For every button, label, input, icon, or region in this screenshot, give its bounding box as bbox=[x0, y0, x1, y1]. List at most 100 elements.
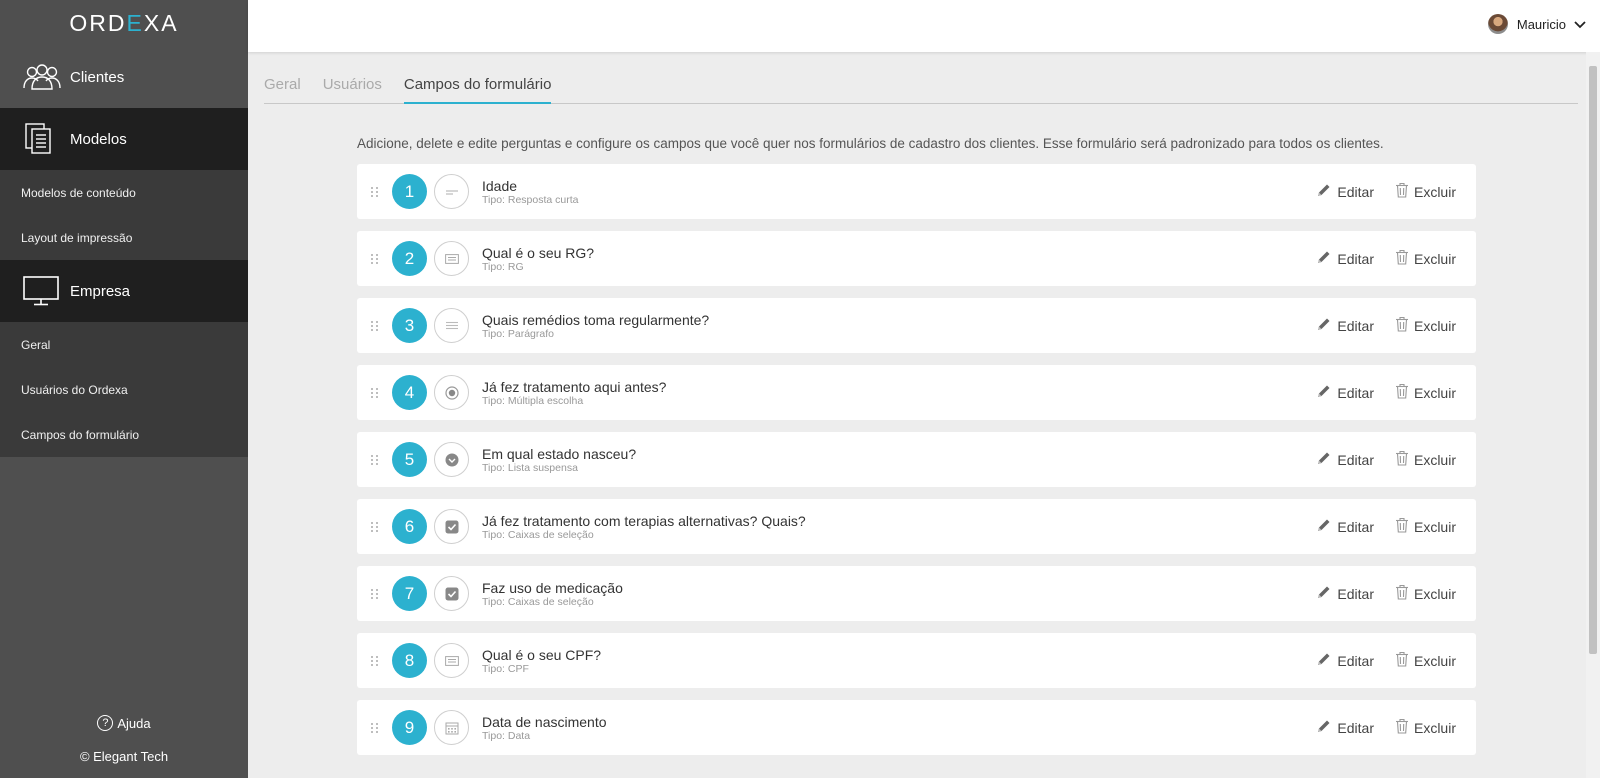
trash-icon bbox=[1395, 249, 1414, 268]
delete-button[interactable]: Excluir bbox=[1395, 718, 1456, 737]
edit-label: Editar bbox=[1337, 652, 1374, 669]
delete-button[interactable]: Excluir bbox=[1395, 182, 1456, 201]
drag-handle-icon[interactable] bbox=[371, 521, 379, 532]
delete-label: Excluir bbox=[1413, 317, 1456, 334]
logo-text-pre: ORD bbox=[69, 9, 127, 36]
drag-handle-icon[interactable] bbox=[371, 387, 379, 398]
delete-label: Excluir bbox=[1413, 518, 1456, 535]
user-menu[interactable]: Mauricio bbox=[1487, 14, 1586, 34]
edit-label: Editar bbox=[1337, 317, 1374, 334]
field-type: Tipo: Data bbox=[482, 729, 531, 742]
drag-handle-icon[interactable] bbox=[371, 320, 379, 331]
nav-modelos-conteudo[interactable]: Modelos de conteúdo bbox=[0, 170, 248, 215]
monitor-icon bbox=[22, 273, 66, 309]
field-text: Qual é o seu CPF? Tipo: CPF bbox=[482, 647, 1316, 675]
delete-button[interactable]: Excluir bbox=[1395, 651, 1456, 670]
drag-handle-icon[interactable] bbox=[371, 253, 379, 264]
checkbox-icon bbox=[434, 509, 469, 544]
drag-handle-icon[interactable] bbox=[371, 454, 379, 465]
field-number: 4 bbox=[392, 375, 427, 410]
empresa-submenu: Geral Usuários do Ordexa Campos do formu… bbox=[0, 322, 248, 457]
trash-icon bbox=[1395, 651, 1414, 670]
edit-button[interactable]: Editar bbox=[1316, 651, 1374, 670]
edit-button[interactable]: Editar bbox=[1316, 450, 1374, 469]
delete-label: Excluir bbox=[1413, 183, 1456, 200]
delete-button[interactable]: Excluir bbox=[1395, 249, 1456, 268]
delete-label: Excluir bbox=[1413, 384, 1456, 401]
delete-button[interactable]: Excluir bbox=[1395, 517, 1456, 536]
edit-button[interactable]: Editar bbox=[1316, 718, 1374, 737]
field-row[interactable]: 7 Faz uso de medicação Tipo: Caixas de s… bbox=[357, 566, 1476, 621]
field-row[interactable]: 9 Data de nascimento Tipo: Data Editar E… bbox=[357, 700, 1476, 755]
field-text: Já fez tratamento com terapias alternati… bbox=[482, 513, 1316, 541]
trash-icon bbox=[1395, 584, 1414, 603]
field-row[interactable]: 6 Já fez tratamento com terapias alterna… bbox=[357, 499, 1476, 554]
pencil-icon bbox=[1316, 316, 1337, 335]
drag-handle-icon[interactable] bbox=[371, 186, 379, 197]
scrollbar-thumb[interactable] bbox=[1589, 66, 1597, 654]
scrollbar[interactable] bbox=[1586, 52, 1600, 778]
edit-button[interactable]: Editar bbox=[1316, 517, 1374, 536]
delete-button[interactable]: Excluir bbox=[1395, 316, 1456, 335]
field-row[interactable]: 1 Idade Tipo: Resposta curta Editar Excl… bbox=[357, 164, 1476, 219]
trash-icon bbox=[1395, 517, 1414, 536]
pencil-icon bbox=[1316, 182, 1337, 201]
sidebar: ORD E XA Clientes Modelos Modelos de conte… bbox=[0, 0, 248, 778]
field-title: Data de nascimento bbox=[482, 713, 607, 730]
edit-label: Editar bbox=[1337, 384, 1374, 401]
field-text: Já fez tratamento aqui antes? Tipo: Múlt… bbox=[482, 379, 1316, 407]
edit-button[interactable]: Editar bbox=[1316, 584, 1374, 603]
edit-label: Editar bbox=[1337, 719, 1374, 736]
help-link[interactable]: ? Ajuda bbox=[0, 715, 248, 731]
help-label: Ajuda bbox=[117, 715, 151, 731]
edit-button[interactable]: Editar bbox=[1316, 182, 1374, 201]
nav-modelos[interactable]: Modelos bbox=[0, 108, 248, 170]
trash-icon bbox=[1395, 182, 1414, 201]
nav-usuarios-ordexa[interactable]: Usuários do Ordexa bbox=[0, 367, 248, 412]
delete-button[interactable]: Excluir bbox=[1395, 584, 1456, 603]
field-row[interactable]: 2 Qual é o seu RG? Tipo: RG Editar Exclu… bbox=[357, 231, 1476, 286]
field-type: Tipo: Parágrafo bbox=[482, 327, 554, 340]
tab-usuarios[interactable]: Usuários bbox=[323, 74, 382, 104]
delete-button[interactable]: Excluir bbox=[1395, 383, 1456, 402]
sidebar-footer: ? Ajuda © Elegant Tech bbox=[0, 715, 248, 778]
field-row[interactable]: 5 Em qual estado nasceu? Tipo: Lista sus… bbox=[357, 432, 1476, 487]
edit-label: Editar bbox=[1337, 451, 1374, 468]
checkbox-icon bbox=[434, 576, 469, 611]
pencil-icon bbox=[1316, 517, 1337, 536]
topbar: Mauricio bbox=[248, 0, 1600, 52]
nav-geral[interactable]: Geral bbox=[0, 322, 248, 367]
nav-empresa[interactable]: Empresa bbox=[0, 260, 248, 322]
field-number: 8 bbox=[392, 643, 427, 678]
nav-clientes-label: Clientes bbox=[70, 68, 125, 86]
edit-label: Editar bbox=[1337, 585, 1374, 602]
field-text: Qual é o seu RG? Tipo: RG bbox=[482, 245, 1316, 273]
field-title: Já fez tratamento aqui antes? bbox=[482, 378, 667, 395]
user-name: Mauricio bbox=[1516, 16, 1566, 32]
documents-icon bbox=[22, 121, 66, 157]
page-description: Adicione, delete e edite perguntas e con… bbox=[357, 136, 1384, 151]
drag-handle-icon[interactable] bbox=[371, 722, 379, 733]
pencil-icon bbox=[1316, 651, 1337, 670]
ordexa-logo[interactable]: ORD E XA bbox=[0, 0, 248, 46]
nav-modelos-label: Modelos bbox=[70, 130, 127, 148]
edit-button[interactable]: Editar bbox=[1316, 316, 1374, 335]
trash-icon bbox=[1395, 316, 1414, 335]
field-row[interactable]: 8 Qual é o seu CPF? Tipo: CPF Editar Exc… bbox=[357, 633, 1476, 688]
field-row[interactable]: 4 Já fez tratamento aqui antes? Tipo: Mú… bbox=[357, 365, 1476, 420]
edit-button[interactable]: Editar bbox=[1316, 249, 1374, 268]
drag-handle-icon[interactable] bbox=[371, 588, 379, 599]
drag-handle-icon[interactable] bbox=[371, 655, 379, 666]
nav-layout-impressao[interactable]: Layout de impressão bbox=[0, 215, 248, 260]
nav-campos-formulario[interactable]: Campos do formulário bbox=[0, 412, 248, 457]
tab-campos-formulario[interactable]: Campos do formulário bbox=[403, 74, 552, 104]
nav-clientes[interactable]: Clientes bbox=[0, 46, 248, 108]
delete-label: Excluir bbox=[1413, 652, 1456, 669]
delete-button[interactable]: Excluir bbox=[1395, 450, 1456, 469]
tab-geral[interactable]: Geral bbox=[264, 74, 301, 104]
field-row[interactable]: 3 Quais remédios toma regularmente? Tipo… bbox=[357, 298, 1476, 353]
field-title: Idade bbox=[482, 177, 518, 194]
edit-button[interactable]: Editar bbox=[1316, 383, 1374, 402]
field-type: Tipo: Caixas de seleção bbox=[482, 528, 594, 541]
field-text: Faz uso de medicação Tipo: Caixas de sel… bbox=[482, 580, 1316, 608]
